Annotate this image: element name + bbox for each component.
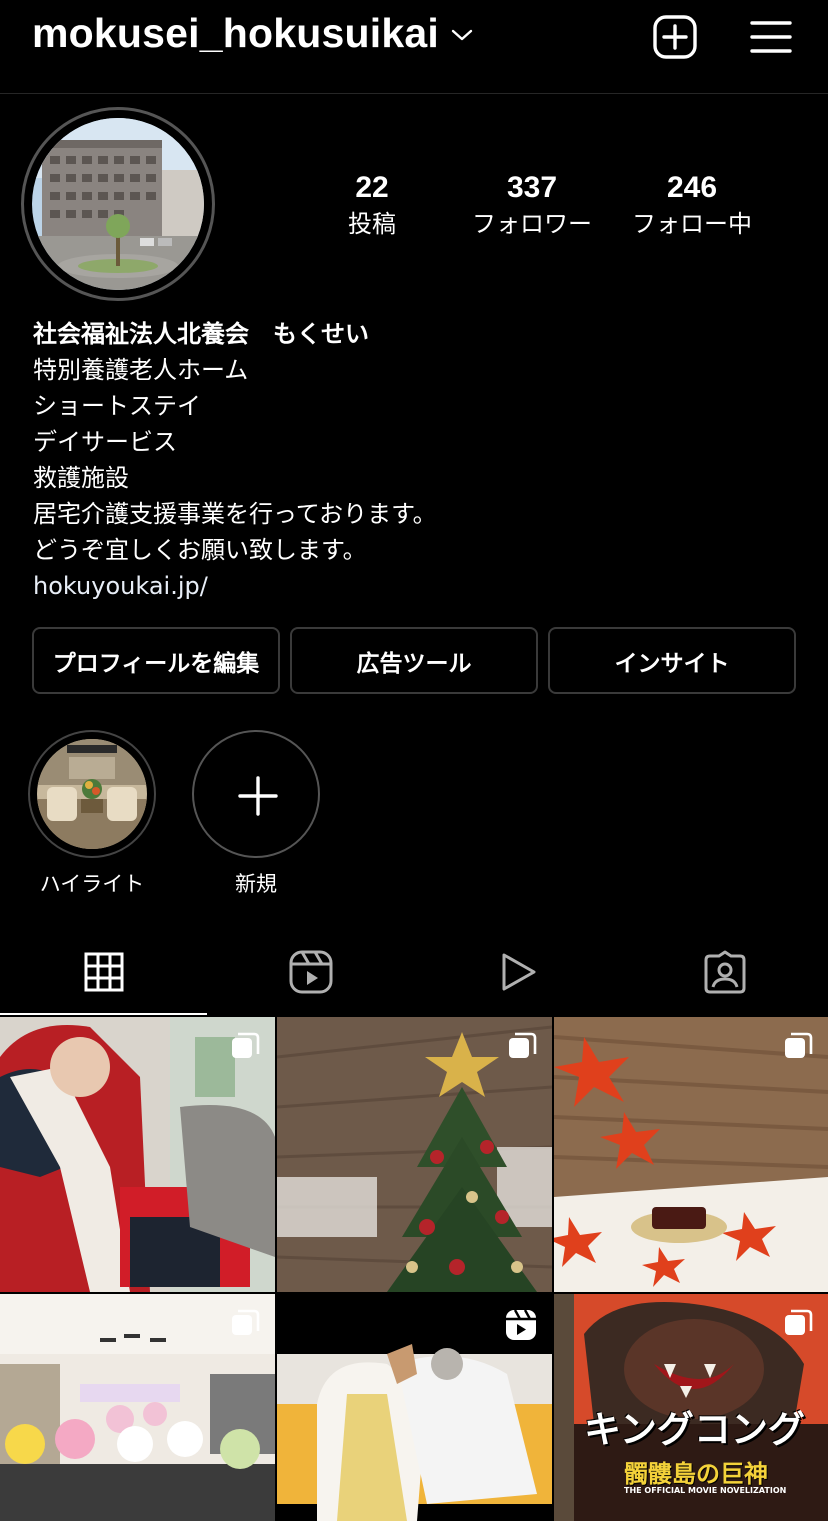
- account-switcher[interactable]: mokusei_hokusuikai: [32, 10, 473, 57]
- menu-icon[interactable]: [748, 14, 794, 60]
- top-header: mokusei_hokusuikai: [0, 0, 828, 94]
- tab-tagged[interactable]: [621, 932, 828, 1016]
- website-link[interactable]: hokuyoukai.jp/: [33, 568, 793, 604]
- avatar[interactable]: [32, 118, 204, 290]
- reels-icon: [504, 1308, 538, 1346]
- active-tab-indicator: [0, 1013, 207, 1015]
- chevron-down-icon[interactable]: [451, 27, 473, 46]
- edit-profile-button[interactable]: プロフィールを編集: [32, 627, 280, 694]
- post-thumbnail[interactable]: [277, 1294, 552, 1521]
- tab-grid[interactable]: [0, 932, 207, 1016]
- new-highlight-button[interactable]: [192, 730, 320, 858]
- carousel-icon: [782, 1031, 814, 1067]
- poster-title: キングコング: [584, 1408, 805, 1451]
- post-thumbnail[interactable]: [0, 1017, 275, 1292]
- new-post-icon[interactable]: [652, 14, 698, 60]
- following-count: 246: [666, 171, 718, 204]
- profile-name: 社会福祉法人北養会 もくせい: [33, 320, 369, 348]
- stat-posts[interactable]: 22 投稿: [287, 170, 457, 242]
- posts-label: 投稿: [348, 210, 396, 238]
- highlight-item[interactable]: ハイライト: [27, 730, 157, 898]
- post-thumbnail[interactable]: [0, 1294, 275, 1521]
- grid-icon: [84, 952, 124, 996]
- followers-label: フォロワー: [472, 210, 592, 238]
- post-thumbnail[interactable]: キングコング 髑髏島の巨神 THE OFFICIAL MOVIE NOVELIZ…: [554, 1294, 828, 1521]
- highlight-label: 新規: [235, 872, 277, 896]
- bio-line: どうぞ宜しくお願い致します。: [33, 536, 367, 564]
- plus-icon: [238, 776, 278, 820]
- posts-count: 22: [355, 171, 389, 204]
- carousel-icon: [229, 1308, 261, 1344]
- stat-following[interactable]: 246 フォロー中: [607, 170, 777, 242]
- highlight-cover[interactable]: [28, 730, 156, 858]
- poster-subtitle: 髑髏島の巨神: [624, 1460, 768, 1488]
- tagged-person-icon: [702, 950, 748, 998]
- stat-followers[interactable]: 337 フォロワー: [447, 170, 617, 242]
- bio-line: 居宅介護支援事業を行っております。: [33, 500, 437, 528]
- post-thumbnail[interactable]: [554, 1017, 828, 1292]
- play-icon: [498, 951, 538, 997]
- bio-line: 特別養護老人ホーム: [33, 356, 249, 384]
- highlight-label: ハイライト: [39, 872, 145, 896]
- bio-line: ショートステイ: [33, 392, 201, 420]
- insights-button[interactable]: インサイト: [548, 627, 796, 694]
- profile-bio: 社会福祉法人北養会 もくせい 特別養護老人ホーム ショートステイ デイサービス …: [33, 316, 793, 604]
- new-highlight[interactable]: 新規: [191, 730, 321, 898]
- tab-video[interactable]: [414, 932, 621, 1016]
- following-label: フォロー中: [632, 210, 752, 238]
- poster-caption: THE OFFICIAL MOVIE NOVELIZATION: [624, 1486, 787, 1495]
- followers-count: 337: [506, 171, 558, 204]
- bio-line: 救護施設: [33, 464, 129, 492]
- bio-line: デイサービス: [33, 428, 177, 456]
- post-thumbnail[interactable]: [277, 1017, 552, 1292]
- username[interactable]: mokusei_hokusuikai: [32, 10, 439, 57]
- carousel-icon: [229, 1031, 261, 1067]
- reels-icon: [288, 949, 334, 999]
- ad-tools-button[interactable]: 広告ツール: [290, 627, 538, 694]
- carousel-icon: [506, 1031, 538, 1067]
- tab-reels[interactable]: [207, 932, 414, 1016]
- carousel-icon: [782, 1308, 814, 1344]
